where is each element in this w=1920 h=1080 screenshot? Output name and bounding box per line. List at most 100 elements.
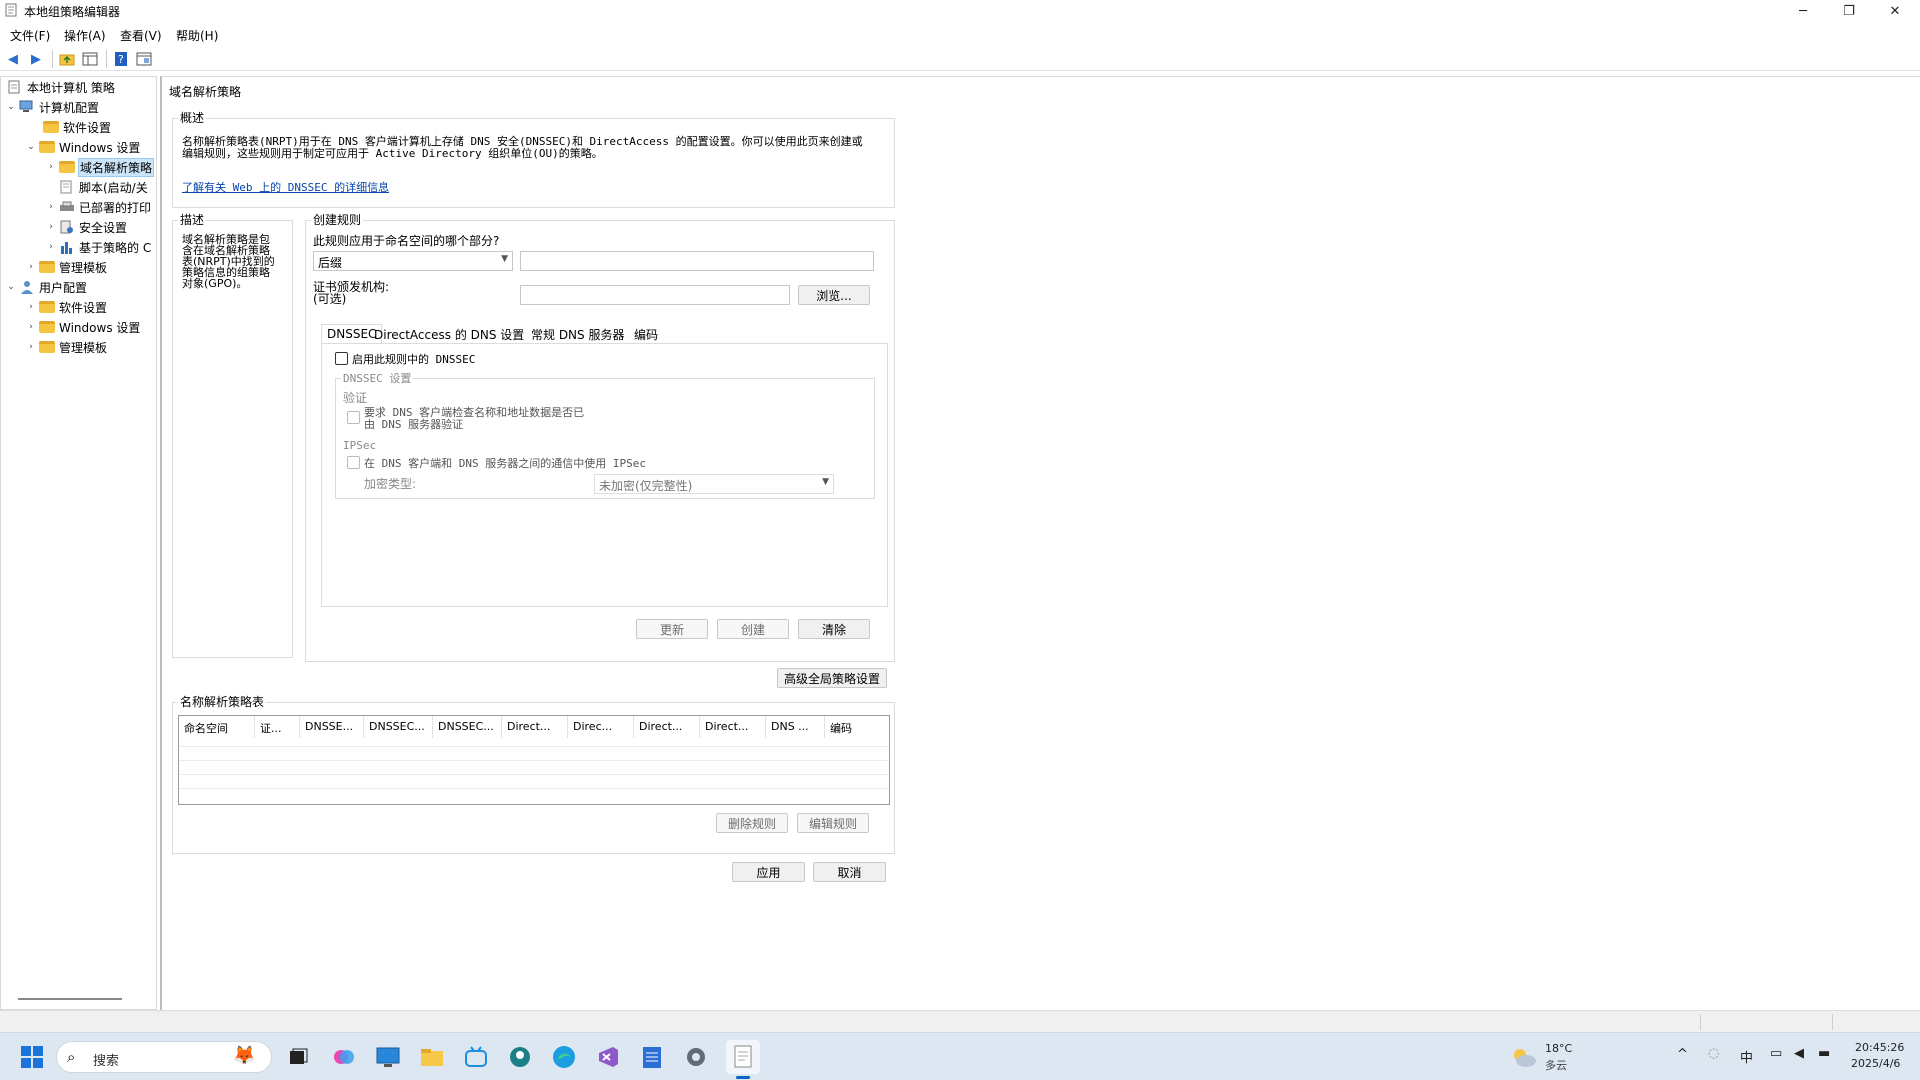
column-header[interactable]: DNSSEC... [433,716,502,738]
column-header[interactable]: DNS ... [766,716,825,738]
tree-item-software-settings[interactable]: 软件设置 [41,117,111,137]
tree-item-user-software-settings[interactable]: › 软件设置 [25,297,107,317]
remote-desktop-icon[interactable] [374,1043,402,1071]
tab-encoding[interactable]: 编码 [629,324,663,344]
copilot-icon[interactable] [330,1043,358,1071]
encryption-type-select[interactable]: 未加密(仅完整性) ▼ [594,474,834,494]
windows-start-icon[interactable] [18,1043,46,1071]
tree-horizontal-scrollbar[interactable] [18,998,122,1000]
chevron-down-icon[interactable]: ⌄ [25,142,37,152]
menu-file[interactable]: 文件(F) [10,27,50,44]
edge-browser-icon[interactable] [550,1043,578,1071]
settings-gear-icon[interactable] [682,1043,710,1071]
column-header[interactable]: DNSSEC... [364,716,433,738]
tree-item-user-config[interactable]: ⌄ 用户配置 [5,277,87,297]
ime-indicator[interactable]: 中 [1740,1047,1753,1066]
network-icon[interactable]: ▭ [1770,1046,1782,1061]
back-arrow-icon[interactable]: ◀ [4,50,22,68]
menu-help[interactable]: 帮助(H) [176,27,218,44]
column-header[interactable]: Direct... [634,716,700,738]
tree-item-deployed-printers[interactable]: › 已部署的打印 [45,197,151,217]
clock-time[interactable]: 20:45:26 [1855,1041,1904,1054]
table-row[interactable] [179,746,889,760]
enable-dnssec-label: 启用此规则中的 DNSSEC [352,353,476,366]
weather-cloud-icon[interactable] [1510,1043,1538,1071]
task-view-icon[interactable] [285,1043,313,1071]
cert-authority-input[interactable] [520,285,790,305]
chevron-right-icon[interactable]: › [45,242,57,252]
up-folder-icon[interactable] [58,50,76,68]
chevron-right-icon[interactable]: › [25,302,37,312]
show-tree-icon[interactable] [81,50,99,68]
column-header[interactable]: Direc... [568,716,634,738]
update-button[interactable]: 更新 [636,619,708,639]
column-header[interactable]: Direct... [700,716,766,738]
tree-item-scripts[interactable]: 脚本(启动/关 [57,177,148,197]
enable-dnssec-checkbox[interactable] [335,352,348,365]
chevron-down-icon[interactable]: ⌄ [5,282,17,292]
tree-item-windows-settings[interactable]: ⌄ Windows 设置 [25,137,140,157]
tree-item-user-admin-templates[interactable]: › 管理模板 [25,337,107,357]
weather-description[interactable]: 多云 [1545,1057,1567,1073]
column-header[interactable]: 命名空间 [179,716,255,738]
clock-date[interactable]: 2025/4/6 [1851,1057,1900,1070]
delete-rule-button[interactable]: 删除规则 [716,813,788,833]
column-header[interactable]: Direct... [502,716,568,738]
require-validation-checkbox[interactable] [347,411,360,424]
clear-button[interactable]: 清除 [798,619,870,639]
create-button[interactable]: 创建 [717,619,789,639]
weather-temperature[interactable]: 18°C [1545,1042,1572,1055]
properties-icon[interactable] [135,50,153,68]
minimize-button[interactable]: ─ [1780,0,1826,22]
chevron-right-icon[interactable]: › [45,222,57,232]
table-row[interactable] [179,788,889,802]
tab-directaccess-dns[interactable]: DirectAccess 的 DNS 设置 [369,324,529,344]
group-policy-editor-taskbar-icon[interactable] [726,1040,760,1079]
cancel-button[interactable]: 取消 [813,862,886,882]
chevron-up-icon[interactable]: ^ [1677,1047,1688,1062]
chevron-right-icon[interactable]: › [45,162,57,172]
namespace-input[interactable] [520,251,874,271]
bilibili-icon[interactable] [462,1043,490,1071]
edit-rule-button[interactable]: 编辑规则 [797,813,869,833]
tree-item-admin-templates[interactable]: › 管理模板 [25,257,107,277]
chevron-right-icon[interactable]: › [45,202,57,212]
chevron-down-icon[interactable]: ⌄ [5,102,17,112]
tree-item-security-settings[interactable]: › 安全设置 [45,217,127,237]
visual-studio-icon[interactable] [594,1043,622,1071]
namespace-type-select[interactable]: 后缀 ▼ [313,251,513,271]
notepad-app-icon[interactable] [638,1043,666,1071]
volume-icon[interactable]: ◀ [1794,1046,1804,1061]
restore-button[interactable]: ❐ [1826,0,1872,22]
dnssec-info-link[interactable]: 了解有关 Web 上的 DNSSEC 的详细信息 [182,179,389,195]
taskbar-search[interactable]: ⌕ 搜索 🦊 [56,1041,272,1073]
tree-item-name-resolution-policy[interactable]: › 域名解析策略 [45,157,155,177]
column-header[interactable]: 编码 [825,716,889,738]
column-header[interactable]: 证... [255,716,300,738]
tree-item-policy-based-qos[interactable]: › 基于策略的 C [45,237,151,257]
close-button[interactable]: ✕ [1872,0,1918,22]
menu-action[interactable]: 操作(A) [64,27,106,44]
chevron-right-icon[interactable]: › [25,342,37,352]
tree-item-user-windows-settings[interactable]: › Windows 设置 [25,317,140,337]
battery-icon[interactable]: ▬ [1818,1046,1830,1061]
chevron-right-icon[interactable]: › [25,322,37,332]
tree-item-local-policy[interactable]: 本地计算机 策略 [5,77,115,97]
file-explorer-icon[interactable] [418,1043,446,1071]
help-icon[interactable]: ? [112,50,130,68]
tab-generic-dns-servers[interactable]: 常规 DNS 服务器 [526,324,629,344]
chevron-right-icon[interactable]: › [25,262,37,272]
advanced-global-settings-button[interactable]: 高级全局策略设置 [777,668,887,688]
tree-item-computer-config[interactable]: ⌄ 计算机配置 [5,97,99,117]
table-row[interactable] [179,774,889,788]
cloud-sync-icon[interactable]: ◌ [1708,1046,1719,1061]
table-row[interactable] [179,760,889,774]
nrpt-table[interactable]: 命名空间 证... DNSSE... DNSSEC... DNSSEC... D… [178,715,890,805]
browse-button[interactable]: 浏览... [798,285,870,305]
forward-arrow-icon[interactable]: ▶ [27,50,45,68]
apply-button[interactable]: 应用 [732,862,805,882]
use-ipsec-checkbox[interactable] [347,456,360,469]
store-icon[interactable] [506,1043,534,1071]
menu-view[interactable]: 查看(V) [120,27,162,44]
column-header[interactable]: DNSSE... [300,716,364,738]
